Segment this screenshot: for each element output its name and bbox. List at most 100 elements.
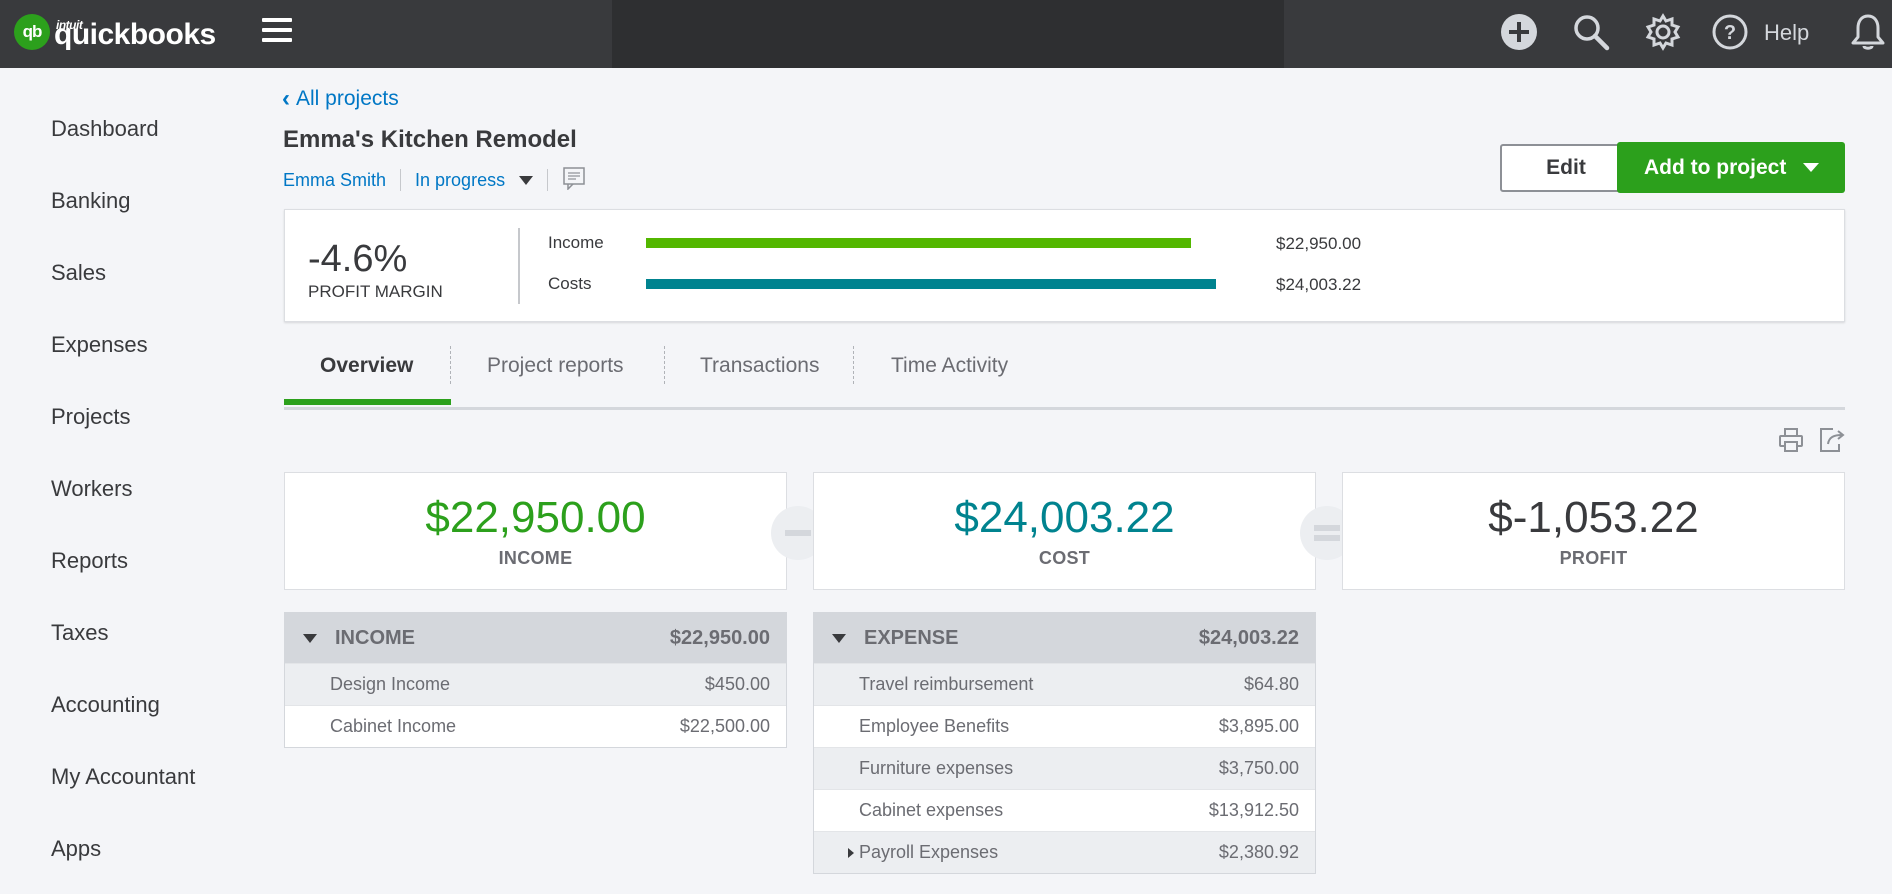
income-bar-label: Income bbox=[548, 233, 604, 252]
profit-total: $-1,053.22 bbox=[1488, 493, 1699, 542]
profit-margin-value: -4.6% bbox=[308, 238, 408, 280]
tab-transactions[interactable]: Transactions bbox=[700, 354, 819, 410]
plus-circle-icon[interactable] bbox=[1499, 12, 1539, 52]
export-icon[interactable] bbox=[1817, 426, 1847, 459]
expense-table: EXPENSE $24,003.22 Travel reimbursement … bbox=[813, 612, 1316, 874]
all-projects-link[interactable]: ‹ All projects bbox=[282, 85, 399, 113]
profit-margin-label: PROFIT MARGIN bbox=[308, 282, 443, 301]
add-to-project-label: Add to project bbox=[1644, 155, 1787, 179]
row-amount: $13,912.50 bbox=[1208, 800, 1299, 820]
table-row: Cabinet expenses $13,912.50 bbox=[814, 789, 1315, 831]
customer-link[interactable]: Emma Smith bbox=[283, 170, 386, 191]
table-row: Design Income $450.00 bbox=[285, 663, 786, 705]
chevron-down-icon bbox=[1803, 163, 1819, 172]
table-row: Cabinet Income $22,500.00 bbox=[285, 705, 786, 747]
expense-table-total: $24,003.22 bbox=[1198, 626, 1299, 649]
collapse-caret-icon[interactable] bbox=[832, 633, 846, 643]
quickbooks-logo[interactable]: qb intuit quickbooks bbox=[14, 14, 216, 50]
sidebar-item-reports[interactable]: Reports bbox=[51, 548, 128, 574]
income-table-header: INCOME $22,950.00 bbox=[285, 613, 786, 663]
brand-intuit: intuit bbox=[56, 18, 83, 32]
costs-bar-amount: $24,003.22 bbox=[1276, 275, 1362, 294]
sidebar-item-sales[interactable]: Sales bbox=[51, 260, 106, 286]
sidebar-item-apps[interactable]: Apps bbox=[51, 836, 101, 862]
divider bbox=[400, 169, 402, 191]
gear-icon[interactable] bbox=[1643, 12, 1683, 52]
row-name: Cabinet Income bbox=[330, 716, 457, 736]
qb-logo-icon: qb bbox=[14, 14, 50, 50]
sidebar-item-dashboard[interactable]: Dashboard bbox=[51, 116, 159, 142]
sidebar-item-workers[interactable]: Workers bbox=[51, 476, 133, 502]
income-total: $22,950.00 bbox=[425, 493, 646, 542]
hamburger-menu-icon[interactable] bbox=[262, 18, 292, 42]
tab-divider bbox=[664, 346, 665, 384]
sidebar-item-projects[interactable]: Projects bbox=[51, 404, 130, 430]
income-table: INCOME $22,950.00 Design Income $450.00 … bbox=[284, 612, 787, 748]
sidebar-item-accounting[interactable]: Accounting bbox=[51, 692, 160, 718]
sidebar-nav: Dashboard Banking Sales Expenses Project… bbox=[0, 68, 250, 894]
tab-divider bbox=[853, 346, 854, 384]
tab-project-reports[interactable]: Project reports bbox=[487, 354, 624, 410]
row-amount: $3,750.00 bbox=[1218, 758, 1299, 778]
tab-divider bbox=[450, 346, 451, 384]
project-tabs: Overview Project reports Transactions Ti… bbox=[284, 340, 1845, 410]
cost-total: $24,003.22 bbox=[954, 493, 1175, 542]
sidebar-item-expenses[interactable]: Expenses bbox=[51, 332, 148, 358]
row-name: Cabinet expenses bbox=[859, 800, 1004, 820]
income-summary-card: $22,950.00 INCOME bbox=[284, 472, 787, 590]
expense-table-body: Travel reimbursement $64.80 Employee Ben… bbox=[814, 663, 1315, 873]
profit-summary-label: PROFIT bbox=[1559, 548, 1628, 568]
svg-text:?: ? bbox=[1724, 22, 1736, 44]
row-amount: $64.80 bbox=[1243, 674, 1299, 694]
print-icon[interactable] bbox=[1777, 426, 1805, 459]
sidebar-item-banking[interactable]: Banking bbox=[51, 188, 131, 214]
row-name: Travel reimbursement bbox=[859, 674, 1034, 694]
row-name: Employee Benefits bbox=[859, 716, 1010, 736]
bell-icon[interactable] bbox=[1848, 12, 1888, 52]
row-amount: $450.00 bbox=[704, 674, 770, 694]
top-bar-center bbox=[612, 0, 1284, 68]
cost-summary-card: $24,003.22 COST bbox=[813, 472, 1316, 590]
divider bbox=[518, 228, 520, 304]
project-meta: Emma Smith In progress bbox=[283, 166, 586, 195]
income-table-total: $22,950.00 bbox=[669, 626, 770, 649]
help-link[interactable]: Help bbox=[1764, 20, 1809, 46]
income-bar bbox=[646, 238, 1191, 248]
brand-name: intuit quickbooks bbox=[54, 14, 216, 50]
table-row: Employee Benefits $3,895.00 bbox=[814, 705, 1315, 747]
costs-bar-row: Costs bbox=[548, 273, 1256, 295]
profit-summary-card: $-1,053.22 PROFIT bbox=[1342, 472, 1845, 590]
active-tab-indicator bbox=[284, 399, 451, 405]
divider bbox=[547, 169, 549, 191]
search-icon[interactable] bbox=[1571, 12, 1611, 52]
top-bar: qb intuit quickbooks ? Help bbox=[0, 0, 1892, 68]
expense-table-title: EXPENSE bbox=[864, 626, 959, 649]
status-link[interactable]: In progress bbox=[415, 170, 505, 191]
expense-table-header: EXPENSE $24,003.22 bbox=[814, 613, 1315, 663]
row-name: Payroll Expenses bbox=[859, 842, 999, 862]
add-to-project-button[interactable]: Add to project bbox=[1617, 142, 1845, 193]
table-row: Payroll Expenses $2,380.92 bbox=[814, 831, 1315, 873]
expand-caret-icon[interactable] bbox=[848, 848, 854, 858]
tab-time-activity[interactable]: Time Activity bbox=[891, 354, 1008, 410]
collapse-caret-icon[interactable] bbox=[303, 633, 317, 643]
costs-bar-track bbox=[646, 279, 1256, 289]
income-summary-label: INCOME bbox=[498, 548, 573, 568]
row-amount: $2,380.92 bbox=[1218, 842, 1299, 862]
sidebar-item-taxes[interactable]: Taxes bbox=[51, 620, 108, 646]
profit-margin-card: -4.6% PROFIT MARGIN Income $22,950.00 Co… bbox=[284, 209, 1845, 322]
row-amount: $22,500.00 bbox=[679, 716, 770, 736]
edit-button[interactable]: Edit bbox=[1500, 144, 1632, 192]
costs-bar-label: Costs bbox=[548, 274, 592, 293]
income-table-title: INCOME bbox=[335, 626, 415, 649]
income-bar-amount: $22,950.00 bbox=[1276, 234, 1362, 253]
all-projects-label: All projects bbox=[296, 87, 399, 110]
income-bar-track bbox=[646, 238, 1256, 248]
notes-icon[interactable] bbox=[562, 166, 586, 195]
sidebar-item-my-accountant[interactable]: My Accountant bbox=[51, 764, 195, 790]
question-circle-icon[interactable]: ? bbox=[1710, 12, 1750, 52]
costs-bar bbox=[646, 279, 1216, 289]
income-table-body: Design Income $450.00 Cabinet Income $22… bbox=[285, 663, 786, 747]
status-dropdown-icon[interactable] bbox=[519, 175, 534, 185]
row-amount: $3,895.00 bbox=[1218, 716, 1299, 736]
